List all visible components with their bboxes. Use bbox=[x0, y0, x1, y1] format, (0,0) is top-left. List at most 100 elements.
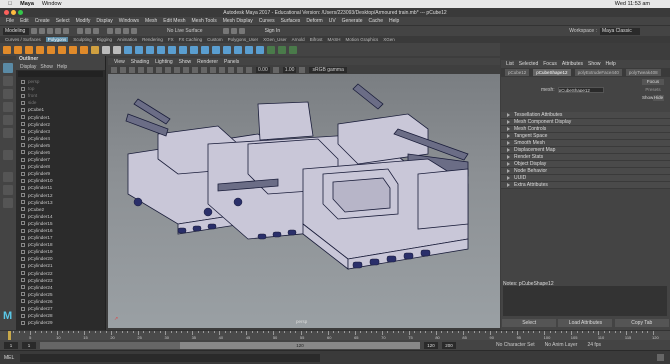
shelf-tab-animation[interactable]: Animation bbox=[117, 37, 137, 42]
range-slider[interactable]: 120 bbox=[40, 341, 420, 349]
shelf-tab-motion-graphics[interactable]: Motion Graphics bbox=[345, 37, 378, 42]
attribute-section[interactable]: Tessellation Attributes bbox=[501, 112, 670, 119]
wireframe-on-shaded-icon[interactable] bbox=[183, 66, 189, 73]
menu-mesh[interactable]: Mesh bbox=[145, 18, 157, 24]
mel-label[interactable]: MEL bbox=[4, 355, 14, 361]
camera-attributes-icon[interactable] bbox=[111, 66, 117, 73]
start-time-field[interactable]: 1 bbox=[4, 341, 18, 349]
command-input[interactable] bbox=[20, 353, 321, 362]
attribute-section[interactable]: Smooth Mesh bbox=[501, 140, 670, 147]
outliner-item[interactable]: pCylinder3 bbox=[16, 128, 105, 135]
grid-icon[interactable] bbox=[138, 66, 144, 73]
snap-surface-icon[interactable] bbox=[131, 28, 137, 34]
menu-edit[interactable]: Edit bbox=[20, 18, 29, 24]
menu-create[interactable]: Create bbox=[35, 18, 50, 24]
mirror-icon[interactable] bbox=[168, 45, 176, 54]
select-object-icon[interactable] bbox=[85, 28, 91, 34]
select-hierarchy-icon[interactable] bbox=[77, 28, 83, 34]
paint-select-icon[interactable] bbox=[3, 89, 13, 99]
menu-select[interactable]: Select bbox=[56, 18, 70, 24]
poly-cone-icon[interactable] bbox=[36, 45, 44, 54]
menu-file[interactable]: File bbox=[6, 18, 14, 24]
sign-in-button[interactable]: Sign In bbox=[265, 28, 281, 34]
type-icon[interactable] bbox=[102, 45, 110, 54]
outliner-layout-icon[interactable] bbox=[3, 198, 13, 208]
range-slider-handle[interactable]: 120 bbox=[180, 341, 420, 349]
scale-tool-icon[interactable] bbox=[3, 128, 13, 138]
outliner-item[interactable]: persp bbox=[16, 78, 105, 85]
shadows-icon[interactable] bbox=[210, 66, 216, 73]
ambient-occlusion-icon[interactable] bbox=[219, 66, 225, 73]
hide-button[interactable]: Hide bbox=[653, 95, 664, 101]
ae-menu-list[interactable]: List bbox=[506, 61, 514, 67]
outliner-item[interactable]: pCylinder6 bbox=[16, 149, 105, 156]
outliner-item[interactable]: pCylinder7 bbox=[16, 156, 105, 163]
new-scene-icon[interactable] bbox=[31, 28, 37, 34]
presets-button[interactable]: Presets bbox=[642, 87, 664, 93]
single-pane-layout-icon[interactable] bbox=[3, 172, 13, 182]
viewport-menu-panels[interactable]: Panels bbox=[224, 59, 239, 65]
menu-surfaces[interactable]: Surfaces bbox=[281, 18, 301, 24]
outliner-item[interactable]: pCylinder10 bbox=[16, 177, 105, 184]
four-pane-layout-icon[interactable] bbox=[3, 185, 13, 195]
outliner-item[interactable]: pCylinder12 bbox=[16, 192, 105, 199]
view-transform-select[interactable]: sRGB gamma bbox=[309, 66, 347, 73]
smooth-icon[interactable] bbox=[146, 45, 154, 54]
outliner-item[interactable]: pCylinder18 bbox=[16, 241, 105, 248]
uv-editor-icon[interactable] bbox=[267, 45, 275, 54]
isolate-select-icon[interactable] bbox=[228, 66, 234, 73]
notes-field[interactable] bbox=[503, 286, 667, 316]
image-plane-icon[interactable] bbox=[129, 66, 135, 73]
attribute-section[interactable]: Render Stats bbox=[501, 154, 670, 161]
separate-icon[interactable] bbox=[135, 45, 143, 54]
target-weld-icon[interactable] bbox=[245, 45, 253, 54]
outliner-item[interactable]: pCylinder1 bbox=[16, 113, 105, 120]
zoom-window-button[interactable] bbox=[18, 10, 23, 15]
poly-sphere-icon[interactable] bbox=[3, 45, 11, 54]
live-surface-field[interactable]: No Live Surface bbox=[167, 28, 203, 34]
planar-uv-icon[interactable] bbox=[278, 45, 286, 54]
outliner-item[interactable]: front bbox=[16, 92, 105, 99]
time-slider[interactable]: 5 10 15 20 25 30 35 40 45 50 55 60 65 70 75 80 85 90 95 100… bbox=[0, 330, 670, 340]
xray-icon[interactable] bbox=[237, 66, 243, 73]
outliner-menu-help[interactable]: Help bbox=[57, 64, 67, 70]
attribute-section[interactable]: Mesh Controls bbox=[501, 126, 670, 133]
apple-icon[interactable]:  bbox=[8, 1, 12, 7]
attribute-section[interactable]: Displacement Map bbox=[501, 147, 670, 154]
outliner-item[interactable]: side bbox=[16, 99, 105, 106]
auto-uv-icon[interactable] bbox=[289, 45, 297, 54]
super-shape-icon[interactable] bbox=[91, 45, 99, 54]
open-scene-icon[interactable] bbox=[39, 28, 45, 34]
menu-mesh-tools[interactable]: Mesh Tools bbox=[192, 18, 217, 24]
shelf-tab-xgen[interactable]: XGen bbox=[383, 37, 395, 42]
ae-menu-help[interactable]: Help bbox=[606, 61, 616, 67]
menu-edit-mesh[interactable]: Edit Mesh bbox=[163, 18, 185, 24]
undo-icon[interactable] bbox=[55, 28, 61, 34]
menu-modify[interactable]: Modify bbox=[76, 18, 91, 24]
menu-mesh-display[interactable]: Mesh Display bbox=[223, 18, 253, 24]
poly-disc-icon[interactable] bbox=[69, 45, 77, 54]
outliner-item[interactable]: pCylinder21 bbox=[16, 262, 105, 269]
mode-selector[interactable]: Modeling bbox=[3, 27, 29, 35]
3d-viewport[interactable]: persp ↗ bbox=[108, 74, 500, 328]
wireframe-icon[interactable] bbox=[165, 66, 171, 73]
gamma-value[interactable]: 1.00 bbox=[282, 66, 297, 73]
shelf-tab-polygons-user[interactable]: Polygons_User bbox=[228, 37, 259, 42]
focus-button[interactable]: Focus bbox=[642, 79, 664, 85]
bevel-icon[interactable] bbox=[201, 45, 209, 54]
multi-cut-icon[interactable] bbox=[234, 45, 242, 54]
menu-help[interactable]: Help bbox=[389, 18, 399, 24]
viewport-menu-lighting[interactable]: Lighting bbox=[155, 59, 173, 65]
node-tab-polytweak408[interactable]: polyTweak408 bbox=[625, 69, 661, 76]
shelf-tab-rigging[interactable]: Rigging bbox=[97, 37, 112, 42]
menu-deform[interactable]: Deform bbox=[306, 18, 322, 24]
shelf-tab-mash[interactable]: MASH bbox=[327, 37, 340, 42]
outliner-item[interactable]: pCylinder9 bbox=[16, 170, 105, 177]
film-gate-icon[interactable] bbox=[147, 66, 153, 73]
poly-plane-icon[interactable] bbox=[58, 45, 66, 54]
close-window-button[interactable] bbox=[4, 10, 9, 15]
ae-menu-selected[interactable]: Selected bbox=[519, 61, 538, 67]
lights-icon[interactable] bbox=[201, 66, 207, 73]
snap-point-icon[interactable] bbox=[123, 28, 129, 34]
outliner-menu-show[interactable]: Show bbox=[40, 64, 53, 70]
